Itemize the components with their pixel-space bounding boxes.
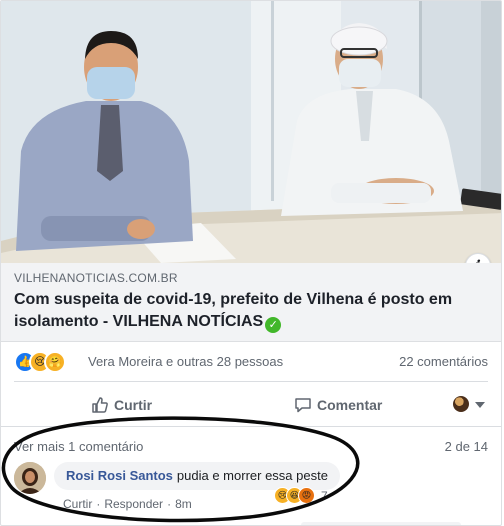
view-more-comments-link[interactable]: Ver mais 1 comentário <box>14 439 143 454</box>
comment-timestamp[interactable]: 8m <box>175 497 192 511</box>
divider <box>14 381 488 382</box>
thumbs-up-icon <box>92 397 108 413</box>
comment-button-label: Comentar <box>317 397 383 413</box>
like-button-label: Curtir <box>114 397 153 413</box>
comment-count[interactable]: 22 comentários <box>399 354 488 369</box>
next-comment-bubble-edge <box>301 522 461 525</box>
avatar <box>453 396 469 412</box>
comment-bubble: Rosi Rosi Santos pudia e morrer essa pest… <box>54 462 340 490</box>
comment-author[interactable]: Rosi Rosi Santos <box>66 468 173 483</box>
comment-actions: Curtir · Responder · 8m <box>63 497 192 511</box>
link-preview-image[interactable]: i <box>1 1 501 263</box>
check-circle-icon: ✓ <box>265 317 282 333</box>
like-button[interactable]: Curtir <box>91 391 152 419</box>
avatar[interactable] <box>14 462 46 494</box>
comment-like-link[interactable]: Curtir <box>63 497 92 511</box>
comment-reply-link[interactable]: Responder <box>104 497 163 511</box>
comment-as-selector[interactable] <box>453 396 487 414</box>
link-domain: VILHENANOTICIAS.COM.BR <box>14 271 178 285</box>
comment-reaction-count: 7 <box>321 489 328 503</box>
care-icon: 🤗 <box>44 351 66 373</box>
link-preview-meta[interactable]: VILHENANOTICIAS.COM.BR Com suspeita de c… <box>1 263 501 342</box>
angry-icon: 😡 <box>298 487 315 504</box>
link-headline[interactable]: Com suspeita de covid-19, prefeito de Vi… <box>14 289 484 333</box>
post-card: i VILHENANOTICIAS.COM.BR Com suspeita de… <box>0 0 502 526</box>
comment-page-count: 2 de 14 <box>444 439 488 454</box>
caret-down-icon <box>475 402 485 408</box>
speech-bubble-icon <box>295 398 311 413</box>
headline-text: Com suspeita de covid-19, prefeito de Vi… <box>14 291 453 330</box>
comment-button[interactable]: Comentar <box>294 391 382 419</box>
divider <box>1 426 501 427</box>
comment-text: pudia e morrer essa peste <box>176 468 328 483</box>
reaction-names[interactable]: Vera Moreira e outras 28 pessoas <box>88 354 283 369</box>
